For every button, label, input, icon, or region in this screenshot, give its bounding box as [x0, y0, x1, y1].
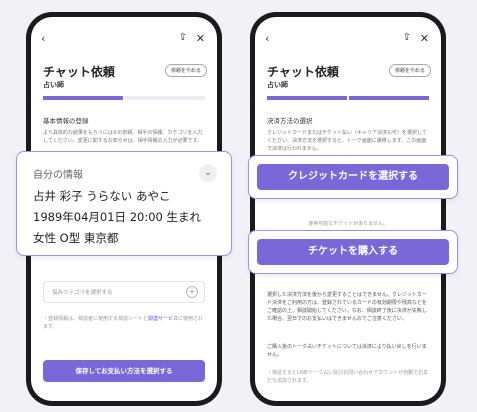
progress-step [267, 96, 347, 100]
page-title: チャット依頼 [43, 65, 115, 79]
page-subtitle: 占い師 [43, 81, 64, 89]
step-progress [267, 96, 429, 100]
credit-card-option: クレジットカードを選択する [248, 155, 458, 199]
save-and-payment-button[interactable]: 保存してお支払い方法を選択する [43, 360, 205, 382]
screen-right: ‹ ⇪ ✕ チャット依頼 占い師 依頼をやめる 決済方法の選択 クレジットカード… [255, 17, 441, 401]
my-info-label: 自分の情報 [33, 170, 83, 181]
close-icon[interactable]: ✕ [196, 32, 205, 45]
top-bar: ‹ ⇪ ✕ [265, 32, 431, 47]
select-credit-card-button[interactable]: クレジットカードを選択する [257, 164, 449, 190]
no-ticket-text: 使用可能なチケットがありません。 [308, 221, 388, 227]
stop-request-button[interactable]: 依頼をやめる [164, 64, 207, 77]
step-progress [43, 96, 205, 100]
category-select[interactable]: 悩みカテゴリを選択する + [43, 281, 205, 303]
related-services-link[interactable]: 関連サービス [148, 316, 178, 322]
payment-notes: 選択した決済方法を後から変更することはできません。クレジットカード決済をご利用の… [267, 292, 427, 322]
birth-line: 1989年04月01日 20:00 生まれ [33, 210, 201, 224]
top-bar: ‹ ⇪ ✕ [41, 32, 207, 47]
chevron-down-icon[interactable]: ⌄ [199, 164, 217, 182]
section-title: 基本情報の登録 [43, 117, 89, 125]
page-title: チャット依頼 [267, 65, 339, 79]
share-icon[interactable]: ⇪ [403, 32, 411, 43]
refund-note: ご購入後のトーク占いチケットについては決済により払い戻しを行いません。 [267, 344, 427, 358]
my-info-card[interactable]: 自分の情報 ⌄ 占井 彩子 うらない あやこ 1989年04月01日 20:00… [16, 151, 232, 256]
section-description: クレジットカードまたはチケット払い（キャリア決済も可）を選択してください。決済方… [267, 130, 427, 152]
buy-ticket-button[interactable]: チケットを購入する [257, 239, 449, 265]
progress-step [125, 96, 205, 100]
close-icon[interactable]: ✕ [420, 32, 429, 45]
progress-step [349, 96, 429, 100]
consent-note: ・登録情報は、相談者に使用する相談シートと関連サービスに使用されます。 [43, 315, 205, 331]
stop-request-button[interactable]: 依頼をやめる [388, 64, 431, 77]
footer-note: ・検証するとLINEトーク占い及びお問い合わせアカウントが自動でお友だち追加され… [267, 370, 429, 384]
category-placeholder: 悩みカテゴリを選択する [52, 290, 113, 296]
name-line: 占井 彩子 うらない あやこ [33, 189, 171, 203]
section-title: 決済方法の選択 [267, 117, 313, 125]
phone-frame-right: ‹ ⇪ ✕ チャット依頼 占い師 依頼をやめる 決済方法の選択 クレジットカード… [250, 12, 446, 406]
back-icon[interactable]: ‹ [41, 32, 45, 45]
section-description: より具体的な結果をもらうには②の依頼、相手の情報、カテゴリを入力してください。変… [43, 130, 203, 144]
share-icon[interactable]: ⇪ [179, 32, 187, 43]
page-subtitle: 占い師 [267, 81, 288, 89]
consent-prefix: ・登録情報は、相談者に使用する相談シートと [43, 316, 149, 322]
profile-line: 女性 O型 東京都 [33, 231, 119, 245]
progress-step [43, 96, 123, 100]
ticket-option: チケットを購入する [248, 230, 458, 274]
back-icon[interactable]: ‹ [265, 32, 269, 45]
plus-icon[interactable]: + [186, 286, 198, 298]
